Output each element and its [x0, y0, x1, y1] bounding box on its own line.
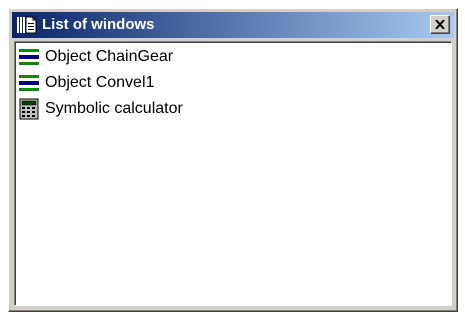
list-item[interactable]: Object ChainGear: [18, 45, 448, 69]
list-of-windows-dialog: List of windows Object ChainGear Object …: [8, 8, 458, 312]
window-list-icon: [17, 16, 37, 34]
close-icon: [435, 20, 445, 29]
list-item-label: Object Convel1: [45, 74, 155, 91]
list-item-label: Symbolic calculator: [45, 100, 183, 117]
list-item[interactable]: Object Convel1: [18, 71, 448, 95]
object-icon: [19, 49, 39, 65]
calculator-icon: [19, 98, 39, 120]
list-item-label: Object ChainGear: [45, 48, 174, 65]
object-icon: [19, 75, 39, 91]
window-title: List of windows: [42, 16, 155, 33]
title-bar[interactable]: List of windows: [12, 12, 454, 38]
window-list[interactable]: Object ChainGear Object Convel1 Symbolic…: [14, 41, 452, 306]
close-button[interactable]: [430, 15, 450, 34]
list-item[interactable]: Symbolic calculator: [18, 97, 448, 121]
